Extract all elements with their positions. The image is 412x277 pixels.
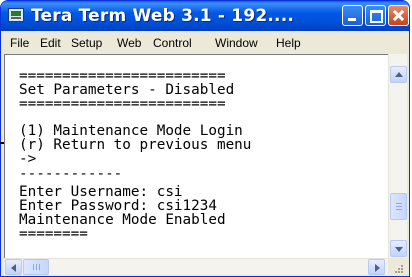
menu-help[interactable]: Help [276, 36, 301, 50]
menu-control[interactable]: Control [153, 36, 192, 50]
maximize-button[interactable] [365, 5, 386, 26]
arrow-left-icon [11, 264, 16, 272]
minimize-button[interactable] [342, 5, 363, 26]
title-bar[interactable]: Tera Term Web 3.1 - 192.... [1, 1, 409, 31]
close-button[interactable] [388, 5, 409, 26]
tera-term-window: Tera Term Web 3.1 - 192.... File Edit Se… [0, 0, 410, 277]
terminal-line: Set Parameters - Disabled [19, 82, 235, 98]
arrow-down-icon [395, 247, 403, 252]
terminal-line: Maintenance Mode Enabled [19, 212, 226, 228]
menu-file[interactable]: File [10, 36, 29, 50]
menu-web[interactable]: Web [117, 36, 141, 50]
horizontal-scroll-thumb[interactable] [23, 259, 49, 275]
menu-bar: File Edit Setup Web Control Window Help [4, 32, 406, 53]
scroll-right-button[interactable] [368, 259, 385, 275]
terminal-output[interactable]: ======================== Set Parameters … [4, 54, 388, 258]
scroll-down-button[interactable] [390, 240, 407, 257]
terminal-line: Enter Username: csi [19, 184, 183, 200]
scroll-up-button[interactable] [390, 66, 407, 83]
terminal-line: -> [19, 151, 37, 167]
terminal-line: ======== [19, 226, 88, 242]
arrow-right-icon [375, 264, 380, 272]
window-title: Tera Term Web 3.1 - 192.... [31, 6, 295, 26]
scroll-left-button[interactable] [5, 259, 22, 275]
callout-pointer-line [0, 142, 4, 144]
resize-grip-icon[interactable] [388, 258, 407, 275]
menu-edit[interactable]: Edit [40, 36, 61, 50]
horizontal-scrollbar[interactable] [4, 258, 388, 275]
terminal-line: ======================== [19, 96, 226, 112]
terminal-line: Enter Password: csi1234 [19, 198, 217, 214]
vertical-scrollbar[interactable] [388, 54, 407, 258]
terminal-line: (1) Maintenance Mode Login [19, 123, 243, 139]
menu-window[interactable]: Window [215, 36, 258, 50]
terminal-line: (r) Return to previous menu [19, 137, 252, 153]
terminal-line: ======================== [19, 68, 226, 84]
terminal-app-icon[interactable] [8, 8, 24, 22]
terminal-line: ------------ [19, 166, 123, 182]
vertical-scroll-thumb[interactable] [390, 193, 407, 220]
arrow-up-icon [395, 72, 403, 77]
menu-setup[interactable]: Setup [71, 36, 102, 50]
